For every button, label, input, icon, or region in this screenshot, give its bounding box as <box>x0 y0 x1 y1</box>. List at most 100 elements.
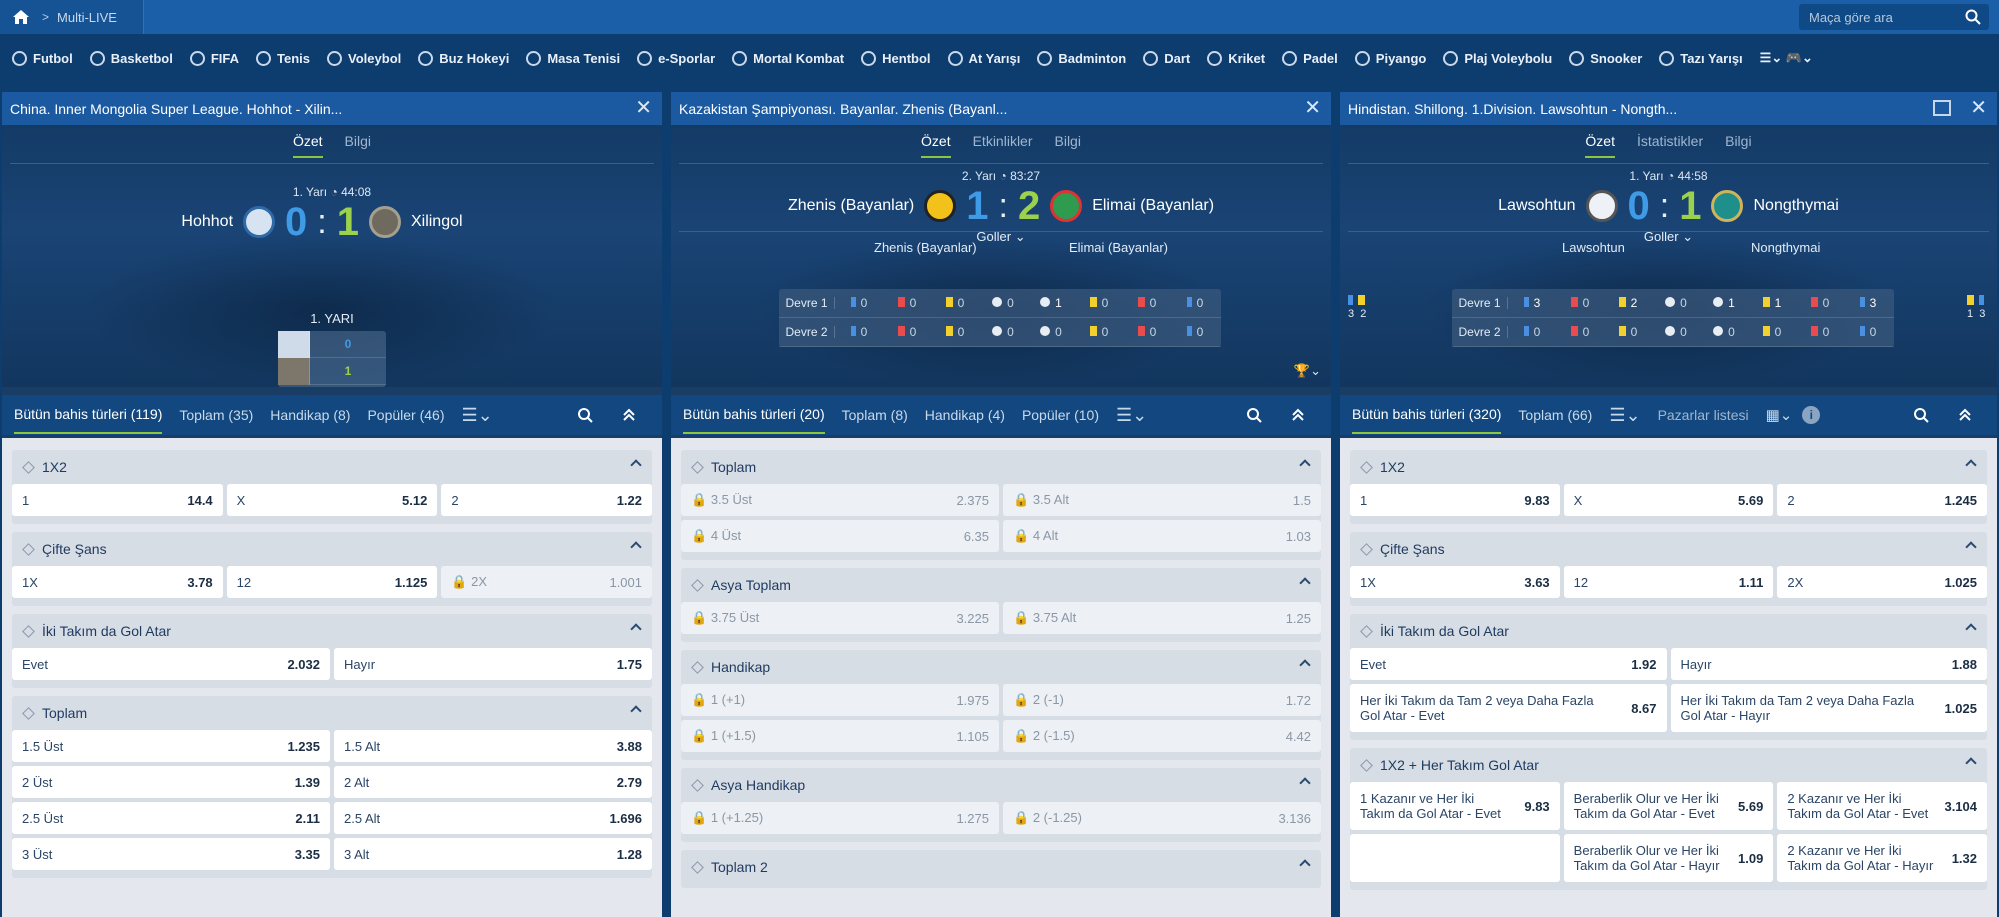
tab-bilgi[interactable]: Bilgi <box>345 133 371 158</box>
sport-item[interactable]: FIFA <box>189 50 239 66</box>
tab-handicap[interactable]: Handikap (8) <box>270 407 350 423</box>
sport-item[interactable]: Mortal Kombat <box>732 50 844 66</box>
tab-popular[interactable]: Popüler (46) <box>367 407 444 423</box>
odd-button[interactable]: 2.5 Alt 1.696 <box>334 802 652 834</box>
odd-button[interactable]: 3 Alt 1.28 <box>334 838 652 870</box>
collapse-icon[interactable] <box>1954 405 1976 425</box>
match-search[interactable] <box>1799 4 1989 30</box>
chevron-up-icon[interactable] <box>1299 659 1311 671</box>
odd-button[interactable]: X 5.69 <box>1563 484 1774 516</box>
odd-button[interactable]: 12 1.11 <box>1563 566 1774 598</box>
sport-item[interactable]: Masa Tenisi <box>526 50 620 66</box>
tab-ozet[interactable]: Özet <box>292 133 323 158</box>
collapse-icon[interactable] <box>1287 405 1309 425</box>
chevron-up-icon[interactable] <box>1965 459 1977 471</box>
odd-button[interactable]: 1.5 Üst 1.235 <box>12 730 330 762</box>
odd-button[interactable]: 2 Kazanır ve Her İki Takım da Gol Atar -… <box>1777 782 1988 830</box>
odd-button[interactable]: Hayır 1.75 <box>334 648 652 680</box>
sport-item[interactable]: Futbol <box>12 50 73 66</box>
tab-total[interactable]: Toplam (8) <box>842 407 908 423</box>
tab-statistics[interactable]: İstatistikler <box>1637 133 1703 158</box>
match-title[interactable]: China. Inner Mongolia Super League. Hohh… <box>10 101 342 117</box>
sport-item[interactable]: Padel <box>1282 50 1338 66</box>
sport-item[interactable]: Voleybol <box>327 50 401 66</box>
odd-button[interactable]: 1 Kazanır ve Her İki Takım da Gol Atar -… <box>1350 782 1560 830</box>
odd-button[interactable]: 3 Üst 3.35 <box>12 838 330 870</box>
chevron-up-icon[interactable] <box>630 705 642 717</box>
search-icon[interactable] <box>1243 405 1265 425</box>
odd-button[interactable]: 2.5 Üst 2.11 <box>12 802 330 834</box>
tab-all-bets[interactable]: Bütün bahis türleri (119) <box>14 396 163 434</box>
trophy-icon[interactable]: 🏆⌄ <box>1294 363 1321 379</box>
odd-button[interactable]: 2X 1.025 <box>1777 566 1988 598</box>
odd-button[interactable]: 1X 3.63 <box>1350 566 1560 598</box>
odd-button[interactable]: 2 Kazanır ve Her İki Takım da Gol Atar -… <box>1777 834 1988 882</box>
more-sports-icon[interactable]: ☰⌄ 🎮⌄ <box>1760 50 1813 66</box>
tab-bilgi[interactable]: Bilgi <box>1725 133 1751 158</box>
info-icon[interactable]: i <box>1802 406 1821 424</box>
odd-button[interactable]: 1.5 Alt 3.88 <box>334 730 652 762</box>
sport-item[interactable]: Buz Hokeyi <box>418 50 509 66</box>
odd-button[interactable]: Evet 2.032 <box>12 648 330 680</box>
sport-item[interactable]: Piyango <box>1354 50 1426 66</box>
search-input[interactable] <box>1809 9 1959 25</box>
odd-button[interactable]: Her İki Takım da Tam 2 veya Daha Fazla G… <box>1350 684 1667 732</box>
search-icon[interactable] <box>1965 9 1981 25</box>
sport-item[interactable]: Tenis <box>256 50 310 66</box>
search-icon[interactable] <box>1910 405 1932 425</box>
chevron-up-icon[interactable] <box>1299 577 1311 589</box>
tab-all-bets[interactable]: Bütün bahis türleri (320) <box>1352 396 1502 434</box>
odd-button[interactable]: Evet 1.92 <box>1350 648 1667 680</box>
close-icon[interactable]: ✕ <box>635 98 652 118</box>
chevron-up-icon[interactable] <box>1965 541 1977 553</box>
menu-icon[interactable]: ☰⌄ <box>462 405 493 426</box>
search-icon[interactable] <box>574 405 596 425</box>
odd-button[interactable]: Her İki Takım da Tam 2 veya Daha Fazla G… <box>1670 684 1987 732</box>
sport-item[interactable]: Kriket <box>1207 50 1265 66</box>
odd-button[interactable]: 2 Alt 2.79 <box>334 766 652 798</box>
close-icon[interactable]: ✕ <box>1970 98 1987 118</box>
sport-item[interactable]: Hentbol <box>861 50 931 66</box>
odd-button[interactable]: 1 9.83 <box>1350 484 1560 516</box>
sport-item[interactable]: Dart <box>1143 50 1190 66</box>
sport-item[interactable]: Plaj Voleybolu <box>1443 50 1552 66</box>
chevron-up-icon[interactable] <box>630 623 642 635</box>
sport-item[interactable]: Tazı Yarışı <box>1659 50 1743 66</box>
chevron-up-icon[interactable] <box>630 459 642 471</box>
odd-button[interactable]: 1X 3.78 <box>12 566 223 598</box>
collapse-icon[interactable] <box>618 405 640 425</box>
odd-button[interactable]: Hayır 1.88 <box>1670 648 1987 680</box>
sport-item[interactable]: Basketbol <box>89 50 173 66</box>
chevron-up-icon[interactable] <box>1965 623 1977 635</box>
odd-button[interactable]: 2 Üst 1.39 <box>12 766 330 798</box>
odd-button[interactable]: Beraberlik Olur ve Her İki Takım da Gol … <box>1563 782 1774 830</box>
tab-total[interactable]: Toplam (66) <box>1518 407 1592 423</box>
chevron-up-icon[interactable] <box>1299 459 1311 471</box>
sport-item[interactable]: Snooker <box>1569 50 1642 66</box>
menu-icon[interactable]: ☰⌄ <box>1116 405 1147 426</box>
tab-handicap[interactable]: Handikap (4) <box>925 407 1005 423</box>
menu-icon[interactable]: ☰⌄ <box>1609 405 1640 426</box>
tab-popular[interactable]: Popüler (10) <box>1022 407 1099 423</box>
expand-icon[interactable] <box>1933 100 1951 116</box>
sport-item[interactable]: At Yarışı <box>947 50 1020 66</box>
tab-events[interactable]: Etkinlikler <box>973 133 1033 158</box>
chevron-up-icon[interactable] <box>1965 757 1977 769</box>
chevron-up-icon[interactable] <box>630 541 642 553</box>
tab-all-bets[interactable]: Bütün bahis türleri (20) <box>683 396 825 434</box>
odd-button[interactable]: 12 1.125 <box>226 566 438 598</box>
tab-ozet[interactable]: Özet <box>1585 133 1615 158</box>
chevron-up-icon[interactable] <box>1299 859 1311 871</box>
close-icon[interactable]: ✕ <box>1304 98 1321 118</box>
odd-button[interactable]: X 5.12 <box>226 484 438 516</box>
tab-bilgi[interactable]: Bilgi <box>1055 133 1081 158</box>
market-list-button[interactable]: Pazarlar listesi <box>1658 407 1749 423</box>
odd-button[interactable]: Beraberlik Olur ve Her İki Takım da Gol … <box>1563 834 1774 882</box>
odd-button[interactable]: 2 1.245 <box>1777 484 1988 516</box>
grid-icon[interactable]: ▦⌄ <box>1766 406 1793 424</box>
match-title[interactable]: Hindistan. Shillong. 1.Division. Lawsoht… <box>1348 101 1677 117</box>
home-icon[interactable] <box>12 9 30 25</box>
tab-total[interactable]: Toplam (35) <box>179 407 253 423</box>
odd-button[interactable]: 2 1.22 <box>441 484 653 516</box>
sport-item[interactable]: e-Sporlar <box>637 50 715 66</box>
